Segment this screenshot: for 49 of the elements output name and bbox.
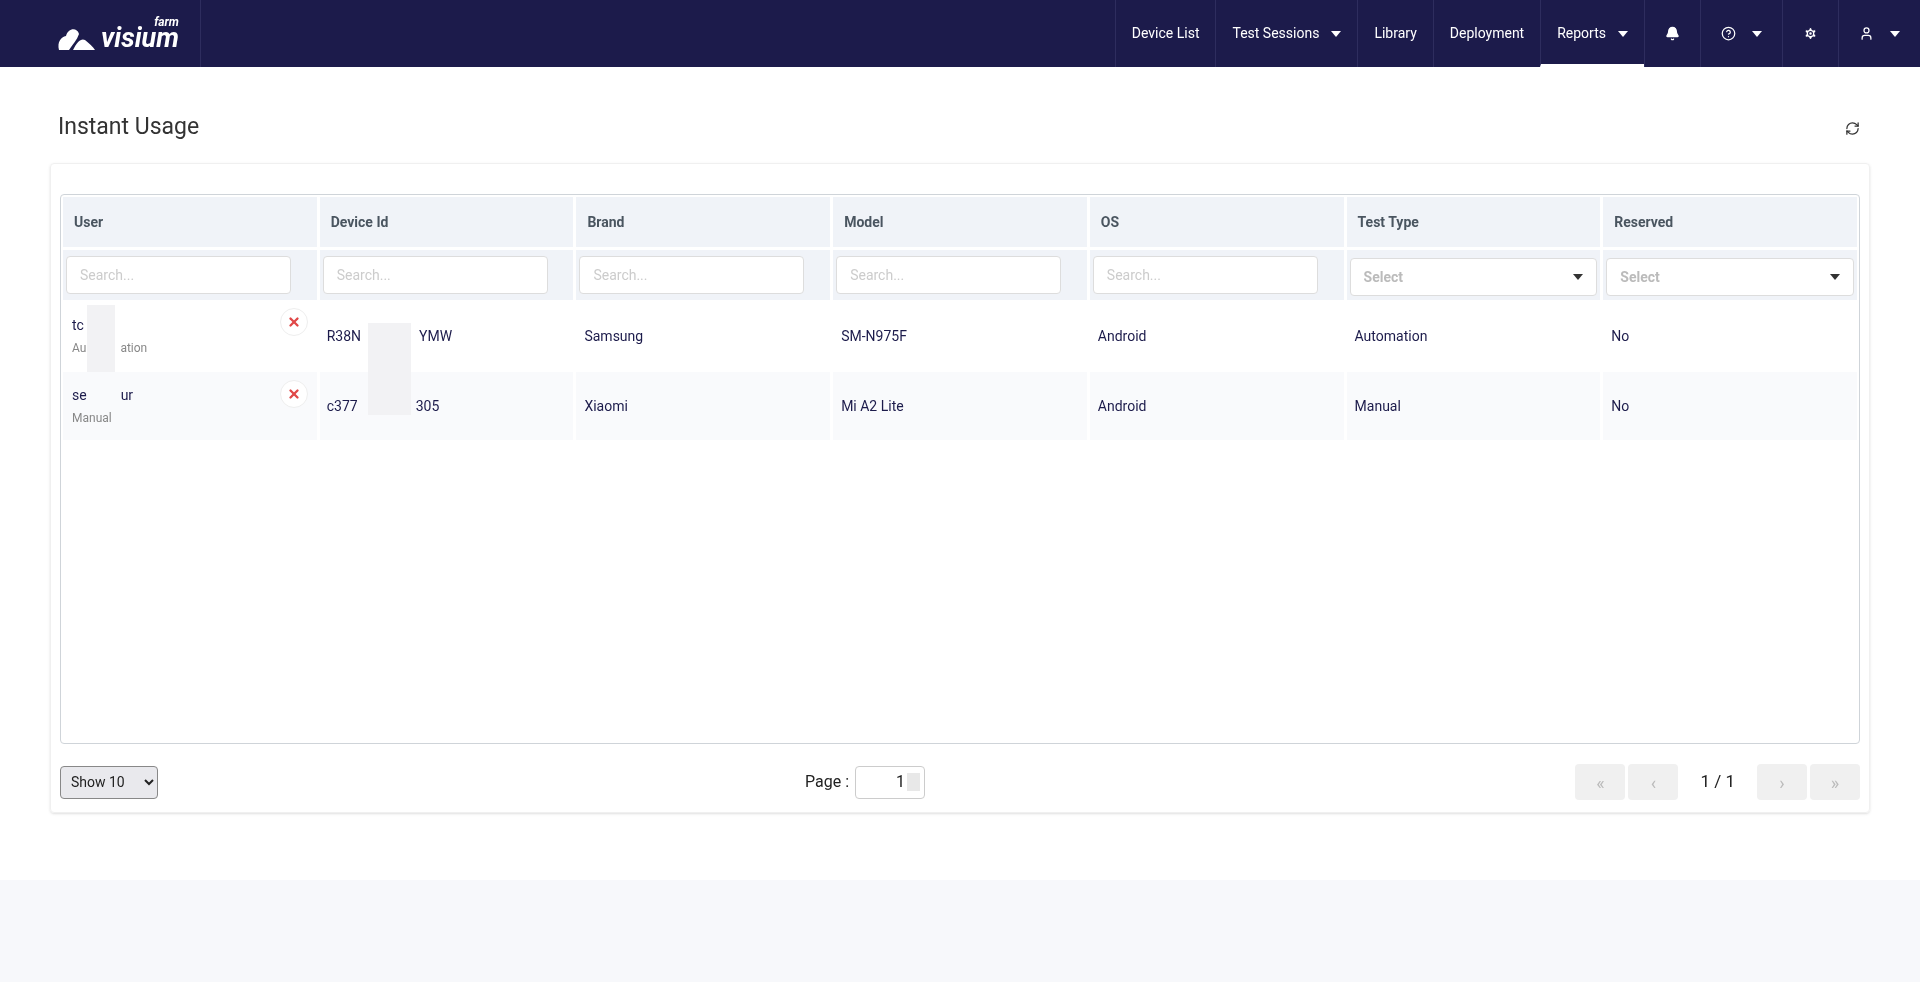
cell-text: YMW bbox=[419, 326, 453, 346]
table-cell-text: Manual bbox=[1354, 396, 1401, 416]
page-number-field[interactable]: 1 bbox=[855, 765, 926, 799]
table-cell-text: SM-N975F bbox=[841, 326, 907, 346]
column-header: Brand bbox=[576, 197, 831, 247]
table-cell-text: No bbox=[1611, 326, 1630, 346]
page-size-select[interactable]: Show 10 bbox=[60, 765, 158, 799]
logo-caption: farm bbox=[154, 15, 179, 28]
column-header: User bbox=[63, 197, 317, 247]
table-cell-text: Automation bbox=[1354, 326, 1428, 346]
cell-text: Au bbox=[72, 340, 87, 357]
column-header: Reserved bbox=[1603, 197, 1857, 247]
bell-icon bbox=[1665, 26, 1680, 41]
table-cell-text: Android bbox=[1097, 396, 1147, 416]
page-label: Page : bbox=[805, 771, 850, 793]
remove-button[interactable] bbox=[279, 380, 308, 408]
cell-text: ur bbox=[120, 386, 134, 405]
caret-icon bbox=[1890, 30, 1900, 37]
caret-icon bbox=[1573, 274, 1584, 280]
cell-text: c377 bbox=[326, 396, 358, 416]
column-header: Device Id bbox=[319, 197, 574, 247]
cell-text: ation bbox=[120, 340, 148, 357]
column-header: Model bbox=[833, 197, 1087, 247]
cell-text: 305 bbox=[415, 396, 440, 416]
page-title: Instant Usage bbox=[58, 111, 200, 142]
logo[interactable]: farm visium bbox=[57, 15, 179, 52]
table-cell-text: Android bbox=[1097, 326, 1147, 346]
page-count: 1 / 1 bbox=[1699, 770, 1736, 794]
caret-icon bbox=[1331, 30, 1342, 37]
caret-icon bbox=[1618, 30, 1628, 37]
table-cell-text: Samsung bbox=[584, 326, 644, 346]
remove-button[interactable] bbox=[279, 308, 308, 336]
table-cell-text: Xiaomi bbox=[584, 396, 628, 416]
cell-text: tc bbox=[72, 316, 84, 335]
column-header: OS bbox=[1089, 197, 1344, 247]
refresh-icon[interactable] bbox=[1845, 120, 1860, 136]
caret-icon bbox=[1752, 30, 1762, 37]
column-header: Test Type bbox=[1346, 197, 1601, 247]
close-icon bbox=[286, 387, 301, 401]
close-icon bbox=[286, 315, 301, 329]
table-cell-text: Mi A2 Lite bbox=[841, 396, 904, 416]
cell-text: R38N bbox=[326, 326, 362, 346]
table-cell-text: No bbox=[1611, 396, 1630, 416]
settings-icon bbox=[1803, 26, 1818, 41]
cell-text: Manual bbox=[72, 410, 112, 427]
caret-icon bbox=[1830, 274, 1840, 280]
user-icon bbox=[1859, 26, 1874, 41]
help-icon bbox=[1721, 26, 1736, 41]
cell-text: se bbox=[72, 386, 87, 405]
